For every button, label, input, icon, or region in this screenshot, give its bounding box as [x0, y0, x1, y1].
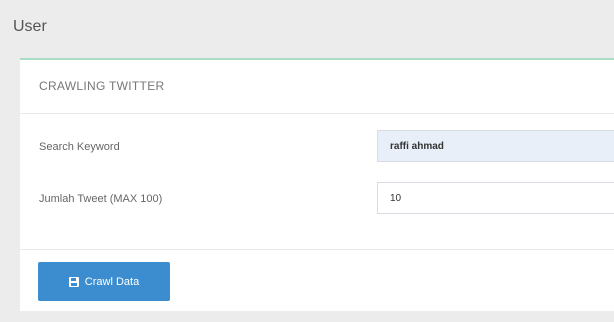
- crawl-data-button[interactable]: Crawl Data: [38, 262, 170, 301]
- page-title: User: [13, 18, 47, 35]
- page-header: User: [0, 0, 614, 44]
- panel-title: CRAWLING TWITTER: [39, 79, 165, 93]
- panel-heading: CRAWLING TWITTER: [20, 60, 614, 114]
- crawl-data-label: Crawl Data: [84, 275, 140, 288]
- save-icon: [68, 276, 79, 287]
- jumlah-tweet-input[interactable]: [377, 182, 614, 214]
- search-keyword-label: Search Keyword: [39, 141, 120, 153]
- search-keyword-input[interactable]: [377, 130, 614, 162]
- panel-footer: Crawl Data: [20, 249, 614, 313]
- crawl-panel: CRAWLING TWITTER Search Keyword Jumlah T…: [20, 58, 614, 311]
- jumlah-tweet-label: Jumlah Tweet (MAX 100): [39, 193, 163, 205]
